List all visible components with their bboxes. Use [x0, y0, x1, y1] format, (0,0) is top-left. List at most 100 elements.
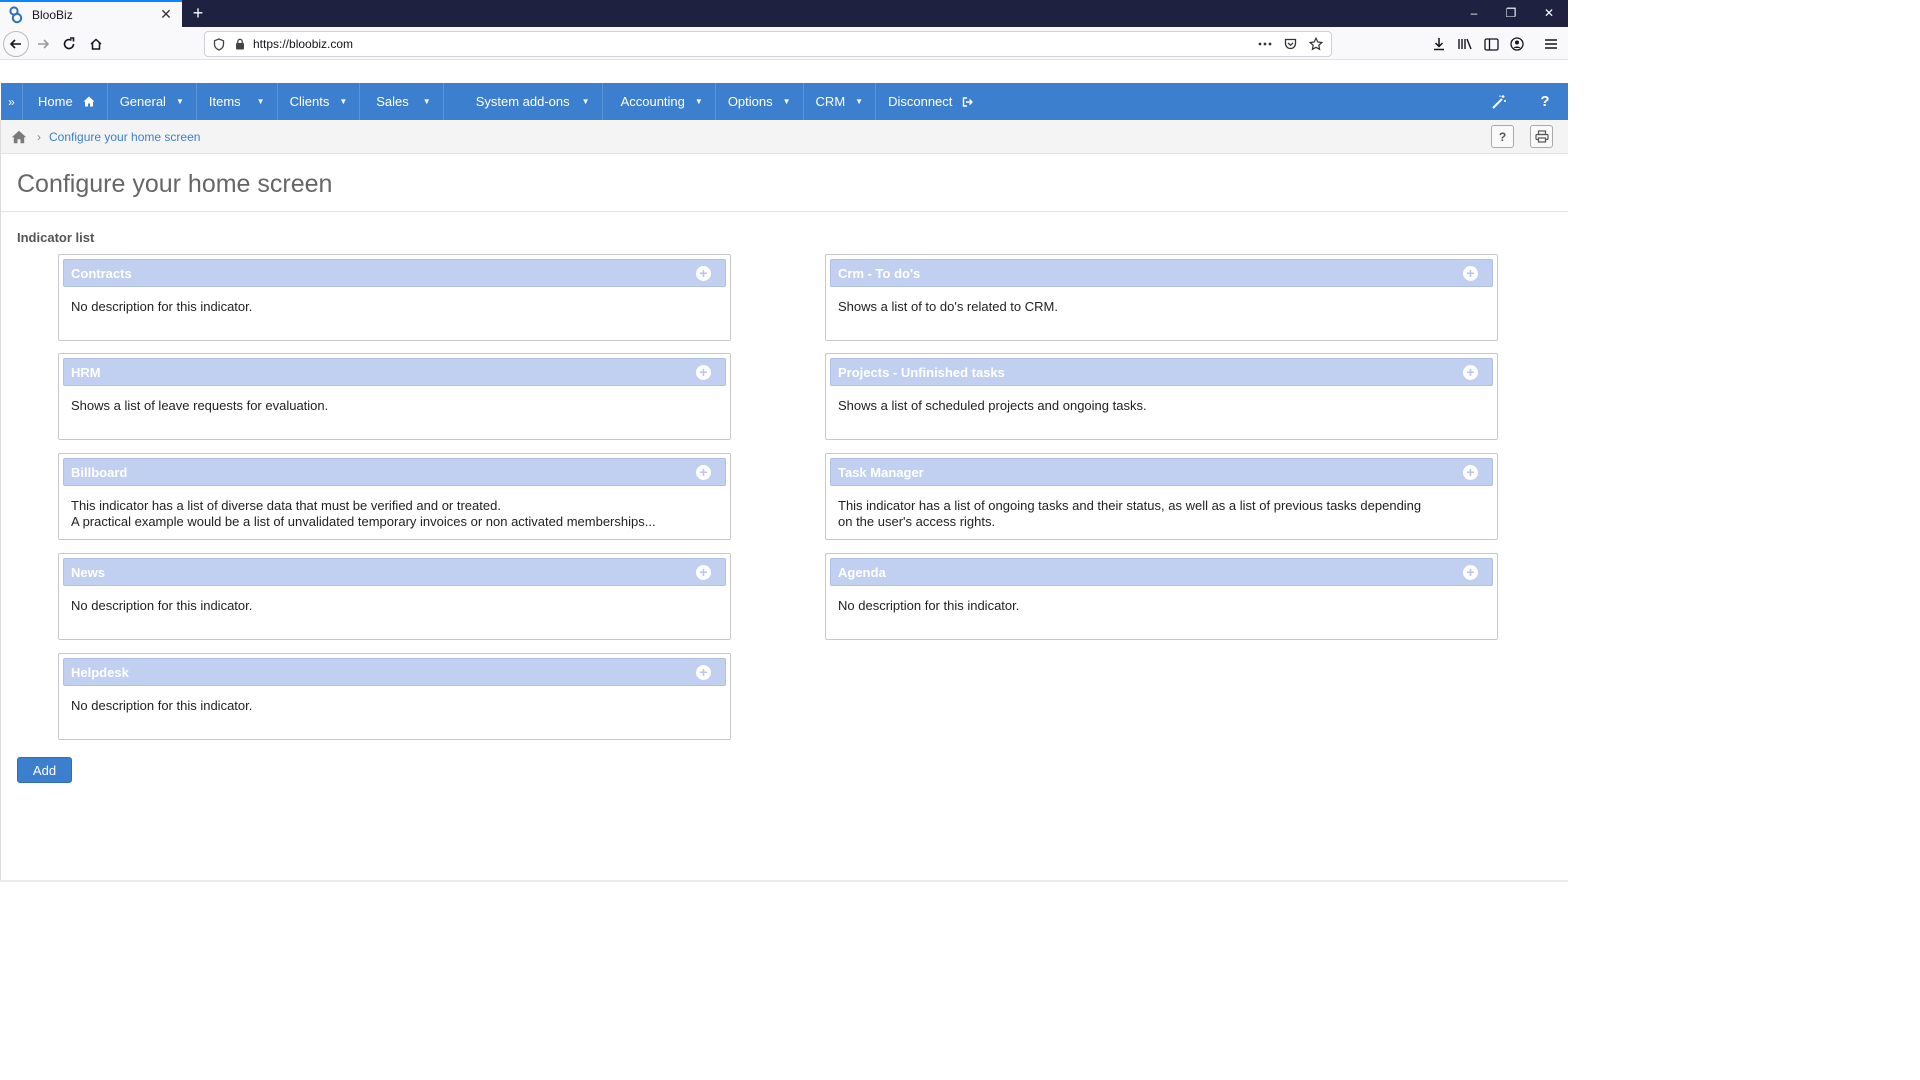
indicator-description: No description for this indicator.	[71, 299, 253, 314]
menu-item-accounting[interactable]: Accounting ▼	[603, 83, 716, 120]
indicator-card-hrm[interactable]: HRM + Shows a list of leave requests for…	[58, 353, 731, 440]
pocket-icon[interactable]	[1284, 38, 1297, 50]
menu-item-disconnect[interactable]: Disconnect	[876, 83, 985, 120]
page-actions-icon[interactable]	[1258, 42, 1272, 46]
indicator-card-projects[interactable]: Projects - Unfinished tasks + Shows a li…	[825, 353, 1498, 440]
menu-item-crm[interactable]: CRM ▼	[804, 83, 877, 120]
breadcrumb-home-icon[interactable]	[11, 130, 27, 144]
account-icon[interactable]	[1508, 37, 1526, 51]
caret-down-icon: ▼	[422, 97, 431, 106]
url-bar[interactable]: https://bloobiz.com	[204, 31, 1332, 57]
indicator-card-header[interactable]: Projects - Unfinished tasks +	[830, 358, 1493, 386]
house-icon	[90, 38, 102, 50]
breadcrumb-current[interactable]: Configure your home screen	[49, 130, 200, 144]
indicator-description: This indicator has a list of ongoing tas…	[838, 498, 1422, 529]
caret-down-icon: ▼	[339, 97, 348, 106]
new-tab-button[interactable]: +	[188, 3, 208, 23]
indicator-title: Helpdesk	[71, 664, 129, 680]
add-indicator-icon[interactable]: +	[696, 265, 711, 281]
bookmark-star-icon[interactable]	[1309, 37, 1323, 51]
title-divider	[1, 211, 1568, 212]
indicator-card-helpdesk[interactable]: Helpdesk + No description for this indic…	[58, 653, 731, 740]
menu-item-home[interactable]: Home	[23, 83, 108, 120]
indicator-title: Projects - Unfinished tasks	[838, 364, 1005, 380]
restore-button[interactable]: ❐	[1492, 0, 1530, 27]
indicator-title: Crm - To do's	[838, 265, 921, 281]
tab-close-icon[interactable]: ✕	[158, 6, 174, 23]
print-icon[interactable]	[1530, 125, 1553, 148]
menu-toggle-icon[interactable]: »	[1, 83, 23, 120]
add-indicator-icon[interactable]: +	[696, 364, 711, 380]
add-indicator-icon[interactable]: +	[696, 564, 711, 580]
reload-button[interactable]	[56, 31, 82, 57]
indicator-card-header[interactable]: Crm - To do's +	[830, 259, 1493, 287]
indicator-description: Shows a list of leave requests for evalu…	[71, 398, 329, 413]
indicator-card-contracts[interactable]: Contracts + No description for this indi…	[58, 254, 731, 341]
menu-item-label: Sales	[376, 94, 409, 109]
add-button[interactable]: Add	[17, 757, 72, 783]
indicator-title: Contracts	[71, 265, 132, 281]
menu-item-options[interactable]: Options ▼	[716, 83, 804, 120]
indicator-card-header[interactable]: Task Manager +	[830, 458, 1493, 486]
browser-tab[interactable]: BlooBiz ✕	[0, 0, 182, 27]
tab-title: BlooBiz	[32, 7, 73, 22]
indicator-title: Agenda	[838, 564, 886, 580]
menu-item-sales[interactable]: Sales ▼	[360, 83, 444, 120]
add-indicator-icon[interactable]: +	[1463, 364, 1478, 380]
add-indicator-icon[interactable]: +	[1463, 265, 1478, 281]
reload-icon	[63, 37, 75, 50]
indicator-card-task-manager[interactable]: Task Manager + This indicator has a list…	[825, 453, 1498, 540]
indicator-title: Task Manager	[838, 464, 924, 480]
menu-item-items[interactable]: Items ▼	[197, 83, 278, 120]
caret-down-icon: ▼	[256, 97, 265, 106]
add-indicator-icon[interactable]: +	[1463, 564, 1478, 580]
add-indicator-icon[interactable]: +	[696, 664, 711, 680]
minimize-button[interactable]: –	[1455, 0, 1493, 27]
indicator-card-header[interactable]: Contracts +	[63, 259, 726, 287]
indicator-card-header[interactable]: Agenda +	[830, 558, 1493, 586]
menu-item-label: Disconnect	[888, 94, 953, 109]
library-icon[interactable]	[1456, 37, 1474, 51]
indicator-title: News	[71, 564, 105, 580]
download-icon[interactable]	[1430, 37, 1448, 51]
indicator-card-header[interactable]: Helpdesk +	[63, 658, 726, 686]
indicator-card-news[interactable]: News + No description for this indicator…	[58, 553, 731, 640]
arrow-right-icon	[38, 39, 50, 49]
indicator-card-billboard[interactable]: Billboard + This indicator has a list of…	[58, 453, 731, 540]
indicator-description: This indicator has a list of diverse dat…	[71, 498, 656, 529]
content-left-border	[0, 120, 1, 882]
logout-icon	[962, 96, 974, 107]
indicator-description: No description for this indicator.	[71, 598, 253, 613]
help-icon[interactable]: ?	[1522, 83, 1568, 120]
menu-item-system-add-ons[interactable]: System add-ons ▼	[444, 83, 603, 120]
caret-down-icon: ▼	[581, 97, 590, 106]
menu-item-clients[interactable]: Clients ▼	[278, 83, 361, 120]
magic-wand-icon[interactable]	[1476, 83, 1522, 120]
menu-item-label: Clients	[289, 94, 330, 109]
indicator-title: HRM	[71, 364, 101, 380]
indicator-description: Shows a list of to do's related to CRM.	[838, 299, 1058, 314]
back-button[interactable]	[3, 31, 29, 57]
home-button[interactable]	[83, 31, 109, 57]
add-indicator-icon[interactable]: +	[696, 464, 711, 480]
indicator-description: No description for this indicator.	[71, 698, 253, 713]
browser-nav-bar: https://bloobiz.com	[0, 27, 1568, 60]
close-window-button[interactable]: ✕	[1530, 0, 1568, 27]
forward-button[interactable]	[30, 31, 56, 57]
arrow-left-icon	[9, 39, 21, 49]
url-text[interactable]: https://bloobiz.com	[253, 37, 1258, 51]
indicator-card-crm-todos[interactable]: Crm - To do's + Shows a list of to do's …	[825, 254, 1498, 341]
menu-item-label: System add-ons	[475, 94, 570, 109]
sidebar-icon[interactable]	[1482, 37, 1500, 51]
indicator-card-agenda[interactable]: Agenda + No description for this indicat…	[825, 553, 1498, 640]
page-help-button[interactable]: ?	[1491, 125, 1514, 148]
bloobiz-logo-icon	[8, 5, 24, 24]
menu-item-label: General	[119, 94, 166, 109]
menu-item-label: Home	[38, 94, 73, 109]
indicator-card-header[interactable]: News +	[63, 558, 726, 586]
add-indicator-icon[interactable]: +	[1463, 464, 1478, 480]
indicator-card-header[interactable]: Billboard +	[63, 458, 726, 486]
indicator-card-header[interactable]: HRM +	[63, 358, 726, 386]
menu-item-general[interactable]: General ▼	[108, 83, 197, 120]
hamburger-menu-icon[interactable]	[1542, 38, 1560, 50]
